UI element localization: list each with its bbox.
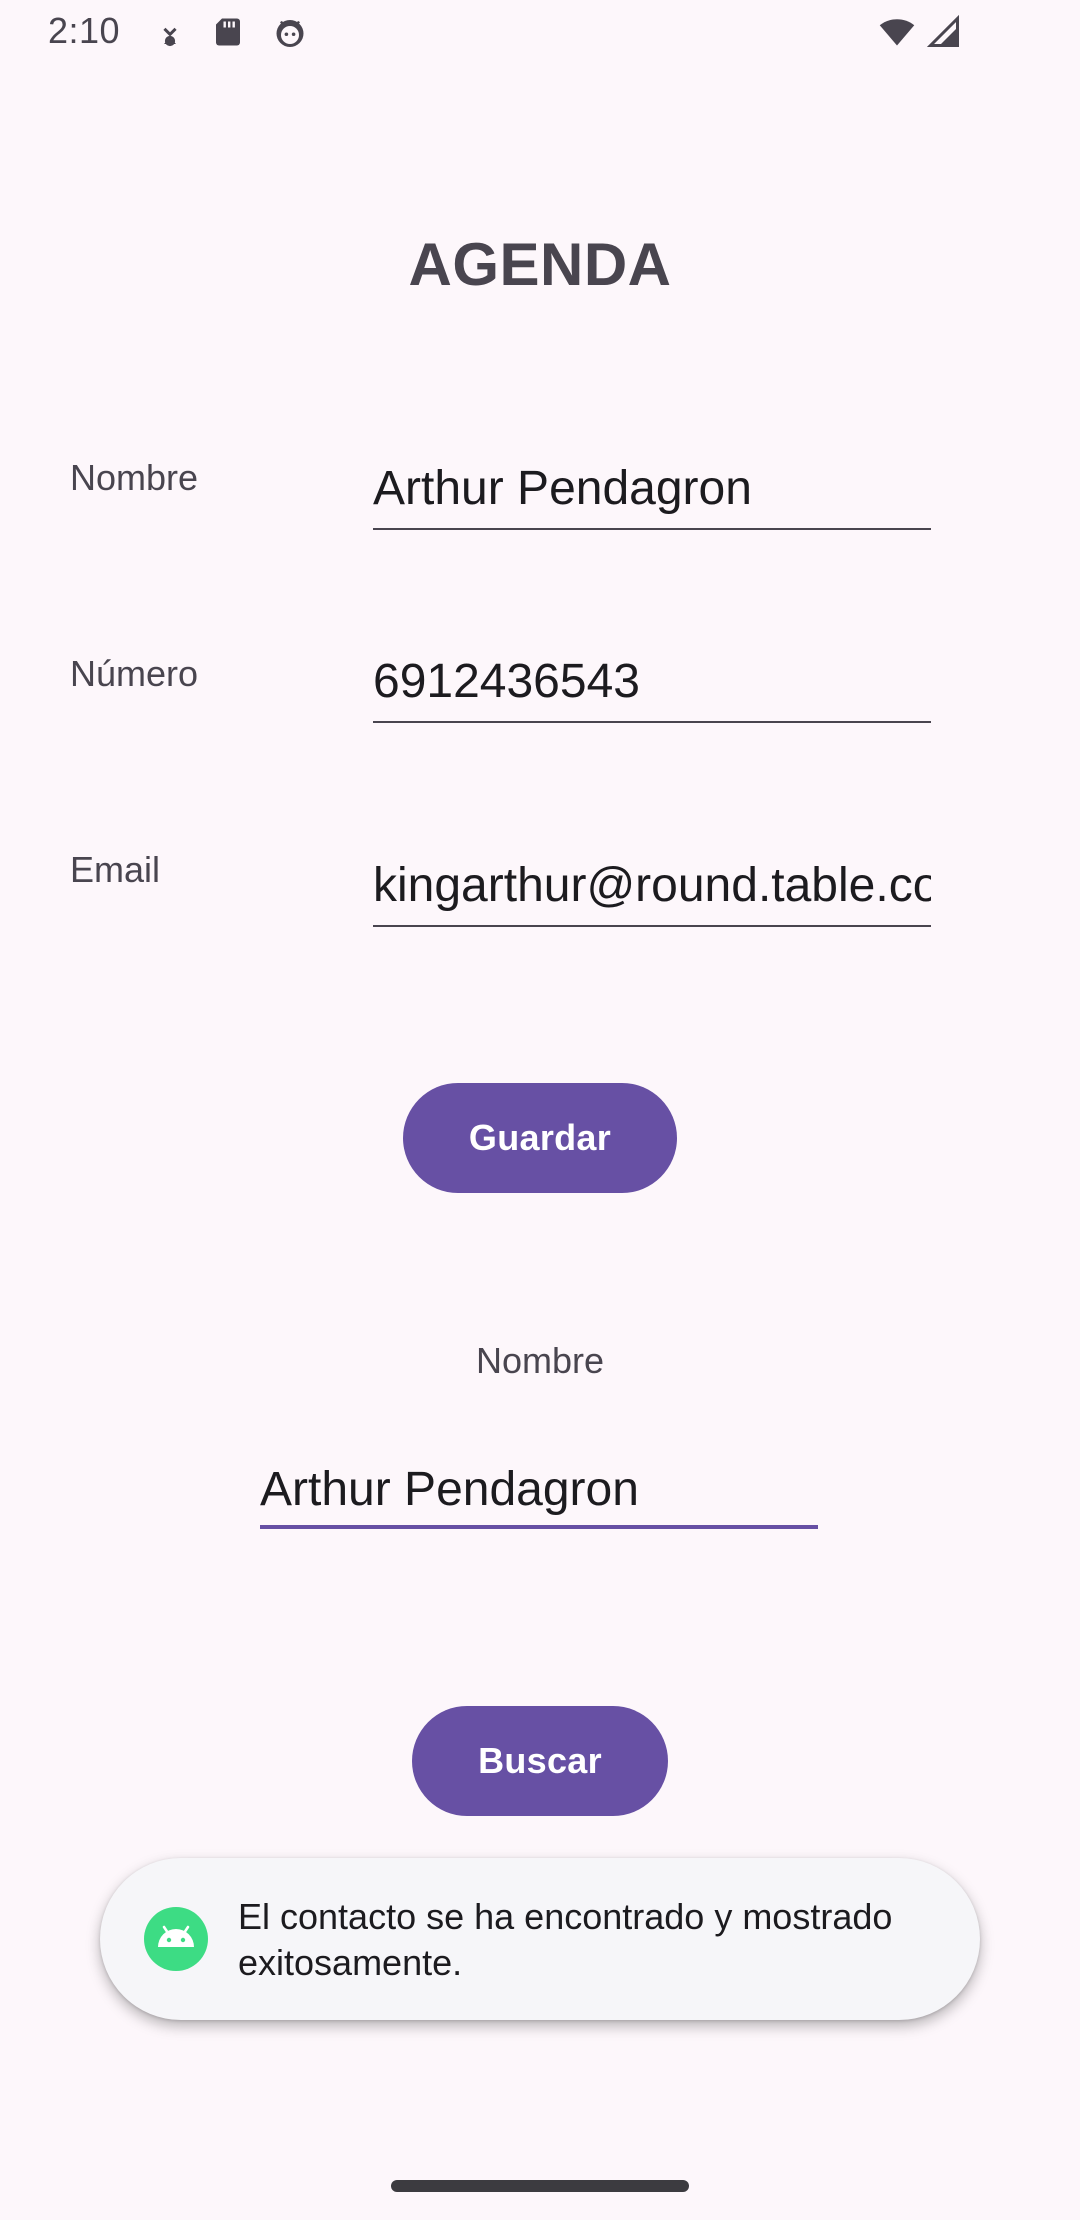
number-field[interactable]: 6912436543 xyxy=(373,649,931,723)
name-field[interactable]: Arthur Pendagron xyxy=(373,456,931,530)
status-bar: 2:10 xyxy=(0,0,1080,66)
signal-icon xyxy=(926,14,962,50)
android-icon xyxy=(144,1907,208,1971)
search-name-label: Nombre xyxy=(475,1340,605,1381)
page-title: AGENDA xyxy=(408,231,672,298)
status-time: 2:10 xyxy=(48,10,121,51)
sd-card-icon xyxy=(210,14,246,50)
name-field-value: Arthur Pendagron xyxy=(373,462,752,515)
home-indicator[interactable] xyxy=(391,2180,689,2192)
save-button[interactable]: Guardar xyxy=(403,1083,677,1193)
name-label: Nombre xyxy=(70,457,199,498)
email-field[interactable]: kingarthur@round.table.com xyxy=(373,853,931,927)
face-icon xyxy=(272,14,308,50)
app-screen: 2:10 AGENDA Nombre Arthur Pendagron Núme… xyxy=(0,0,1080,2220)
email-label: Email xyxy=(70,849,161,890)
search-button[interactable]: Buscar xyxy=(412,1706,668,1816)
search-name-field[interactable]: Arthur Pendagron xyxy=(260,1455,818,1529)
number-field-value: 6912436543 xyxy=(373,655,640,708)
email-field-value: kingarthur@round.table.com xyxy=(373,859,931,912)
wifi-icon xyxy=(876,14,918,50)
number-label: Número xyxy=(70,653,199,694)
toast-message: El contacto se ha encontrado y mostrado … xyxy=(100,1858,980,2020)
toast-text: El contacto se ha encontrado y mostrado … xyxy=(238,1896,893,1983)
download-icon xyxy=(152,14,188,50)
